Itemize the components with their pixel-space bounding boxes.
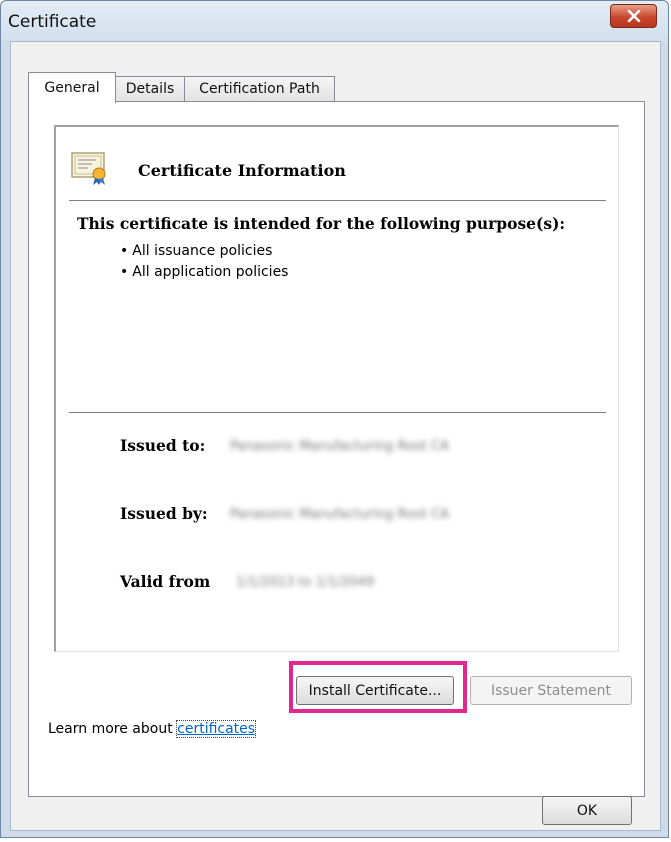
certificate-dialog: Certificate General Details Certificatio… (0, 0, 669, 838)
tab-certification-path[interactable]: Certification Path (184, 76, 335, 101)
issued-by-value: Panasonic Manufacturing Root CA (230, 507, 450, 522)
details-divider (69, 412, 606, 413)
tab-general[interactable]: General (28, 72, 116, 103)
close-button[interactable] (610, 4, 657, 28)
purpose-list: All issuance policies All application po… (120, 241, 288, 283)
valid-from-label: Valid from (120, 572, 211, 591)
issued-to-value: Panasonic Manufacturing Root CA (230, 439, 450, 454)
purpose-item: All issuance policies (120, 241, 288, 262)
tab-general-label: General (44, 80, 100, 96)
issuer-statement-label: Issuer Statement (490, 682, 612, 699)
purpose-item: All application policies (120, 262, 288, 283)
learn-more-prefix: Learn more about (48, 721, 178, 737)
issued-by-label: Issued by: (120, 504, 208, 523)
install-certificate-label: Install Certificate... (308, 682, 442, 699)
tab-details[interactable]: Details (115, 76, 185, 101)
issuer-statement-button[interactable]: Issuer Statement (470, 676, 632, 705)
certificates-link[interactable]: certificates (176, 720, 257, 738)
install-certificate-button[interactable]: Install Certificate... (296, 676, 454, 705)
valid-from-value: 1/1/2013 to 1/1/2049 (236, 575, 375, 590)
certificate-info-panel: Certificate Information This certificate… (54, 125, 619, 652)
ok-button[interactable]: OK (542, 796, 632, 825)
issued-to-label: Issued to: (120, 436, 206, 455)
learn-more-text: Learn more about certificates (48, 720, 257, 738)
header-divider (69, 200, 606, 201)
certificate-info-header: Certificate Information (138, 161, 346, 180)
purpose-heading: This certificate is intended for the fol… (77, 214, 566, 233)
close-icon (627, 10, 641, 22)
title-bar[interactable]: Certificate (1, 1, 668, 41)
tab-details-label: Details (125, 81, 175, 97)
tab-certification-path-label: Certification Path (199, 81, 320, 97)
ok-label: OK (576, 802, 598, 819)
certificate-icon (70, 147, 110, 187)
window-title: Certificate (8, 12, 97, 32)
